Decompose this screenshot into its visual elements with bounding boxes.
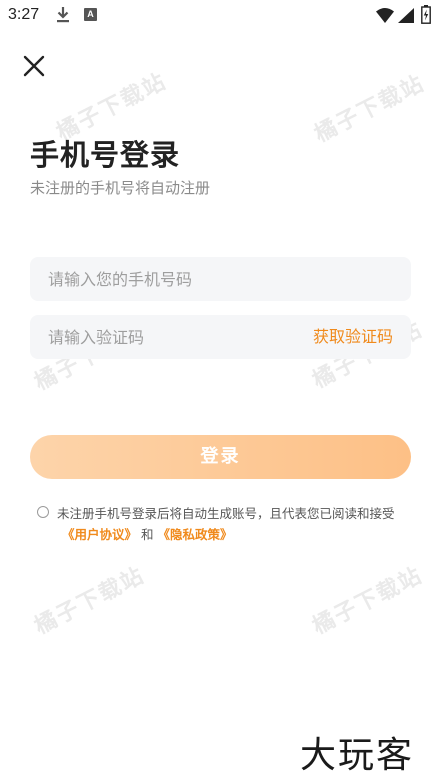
battery-icon <box>421 5 431 24</box>
phone-input[interactable] <box>48 257 318 301</box>
signal-icon <box>398 8 414 23</box>
close-button[interactable] <box>18 50 50 82</box>
page-title: 手机号登录 <box>30 138 181 172</box>
agreement-checkbox[interactable] <box>37 506 49 518</box>
login-button[interactable]: 登录 <box>30 435 411 479</box>
close-icon <box>23 55 45 77</box>
watermark: 橘子下载站 <box>30 562 150 640</box>
page-subtitle: 未注册的手机号将自动注册 <box>30 179 211 197</box>
code-input-container: 获取验证码 <box>30 315 411 359</box>
status-time: 3:27 <box>8 6 40 23</box>
agreement-and: 和 <box>141 527 154 542</box>
brand-logo: 大玩客 <box>300 735 415 776</box>
get-code-button[interactable]: 获取验证码 <box>313 315 393 359</box>
agreement-text-block: 未注册手机号登录后将自动生成账号，且代表您已阅读和接受 《用户协议》和《隐私政策… <box>57 503 417 545</box>
status-bar: 3:27 A <box>0 0 441 30</box>
watermark: 橘子下载站 <box>308 562 428 640</box>
download-icon <box>57 7 69 23</box>
notification-app-icon: A <box>84 8 97 21</box>
watermark: 橘子下载站 <box>310 70 430 148</box>
phone-input-container <box>30 257 411 301</box>
wifi-icon <box>376 8 394 23</box>
verification-code-input[interactable] <box>48 315 318 359</box>
privacy-policy-link[interactable]: 《隐私政策》 <box>158 527 233 542</box>
user-agreement-link[interactable]: 《用户协议》 <box>62 527 137 542</box>
agreement-text: 未注册手机号登录后将自动生成账号，且代表您已阅读和接受 <box>57 506 395 521</box>
agreement-links: 《用户协议》和《隐私政策》 <box>62 524 417 545</box>
